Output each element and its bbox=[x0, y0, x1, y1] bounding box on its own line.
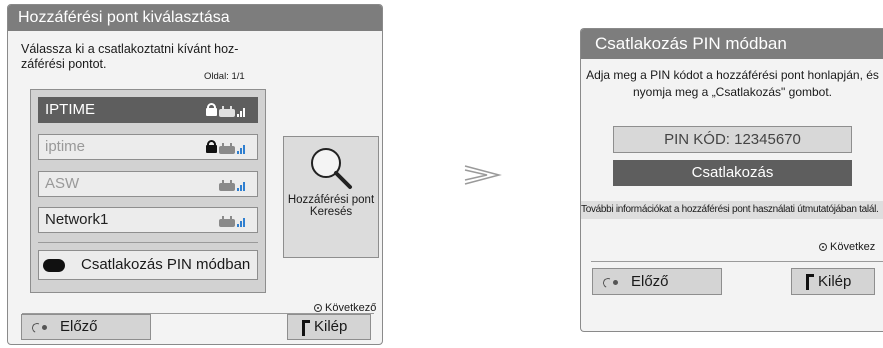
footer-divider bbox=[591, 261, 883, 262]
access-point-item-asw[interactable]: ASW bbox=[38, 171, 258, 197]
lock-icon bbox=[206, 140, 217, 153]
list-divider bbox=[38, 242, 258, 243]
search-label-line-1: Hozzáférési pont bbox=[287, 194, 375, 206]
search-label: Hozzáférési pont Keresés bbox=[284, 194, 378, 218]
access-point-name: ASW bbox=[45, 175, 80, 192]
pin-code-field: PIN KÓD: 12345670 bbox=[613, 126, 852, 153]
router-signal-icon bbox=[219, 216, 245, 228]
pin-mode-label: Csatlakozás PIN módban bbox=[81, 256, 251, 273]
next-hint: Következ bbox=[819, 241, 875, 253]
back-icon bbox=[603, 276, 619, 288]
instruction-line-2: záférési pontot. bbox=[21, 57, 107, 71]
pin-instruction-line-1: Adja meg a PIN kódot a hozzáférési pont … bbox=[586, 68, 879, 82]
pin-mode-dialog: Csatlakozás PIN módban Adja meg a PIN kó… bbox=[580, 28, 883, 332]
exit-icon bbox=[302, 320, 310, 336]
exit-button[interactable]: Kilép bbox=[791, 268, 875, 295]
search-label-line-2: Keresés bbox=[309, 206, 353, 218]
dialog-title: Csatlakozás PIN módban bbox=[581, 29, 883, 59]
next-label: Következ bbox=[830, 241, 876, 253]
exit-label: Kilép bbox=[314, 318, 348, 335]
page-indicator: Oldal: 1/1 bbox=[204, 71, 245, 82]
access-point-list: IPTIME iptime ASW Network1 Csatlakozás P… bbox=[30, 89, 266, 293]
router-signal-icon bbox=[219, 106, 245, 118]
next-dot-icon bbox=[819, 243, 827, 251]
exit-icon bbox=[806, 274, 814, 290]
access-point-select-dialog: Hozzáférési pont kiválasztása Válassza k… bbox=[7, 4, 383, 345]
access-point-search-button[interactable]: Hozzáférési pont Keresés bbox=[283, 136, 379, 258]
connect-button[interactable]: Csatlakozás bbox=[613, 160, 852, 186]
lock-icon bbox=[206, 103, 217, 116]
access-point-item-iptime[interactable]: iptime bbox=[38, 134, 258, 160]
back-label: Előző bbox=[631, 273, 669, 290]
access-point-name: iptime bbox=[45, 138, 86, 155]
access-point-name: Network1 bbox=[45, 211, 109, 228]
dialog-title: Hozzáférési pont kiválasztása bbox=[8, 5, 382, 31]
pin-instruction-text: Adja meg a PIN kódot a hozzáférési pont … bbox=[581, 67, 883, 101]
exit-button[interactable]: Kilép bbox=[287, 314, 371, 340]
back-icon bbox=[32, 321, 48, 333]
access-point-item-iptime-selected[interactable]: IPTIME bbox=[38, 97, 258, 123]
pill-icon bbox=[43, 259, 65, 272]
back-button[interactable]: Előző bbox=[592, 268, 722, 295]
back-label: Előző bbox=[60, 318, 98, 335]
instruction-line-1: Válassza ki a csatlakoztatni kívánt hoz- bbox=[21, 42, 239, 56]
magnifier-icon bbox=[311, 148, 352, 189]
router-signal-icon bbox=[219, 180, 245, 192]
access-point-name: IPTIME bbox=[45, 101, 96, 118]
next-dot-icon bbox=[314, 304, 322, 312]
exit-label: Kilép bbox=[818, 273, 852, 290]
pin-instruction-line-2: nyomja meg a „Csatlakozás" gombot. bbox=[632, 85, 832, 99]
instruction-text: Válassza ki a csatlakoztatni kívánt hoz-… bbox=[21, 42, 271, 72]
router-signal-icon bbox=[219, 143, 245, 155]
pin-mode-button[interactable]: Csatlakozás PIN módban bbox=[38, 250, 258, 280]
more-info-text: További információkat a hozzáférési pont… bbox=[581, 201, 883, 219]
back-button[interactable]: Előző bbox=[21, 314, 151, 340]
transition-arrow-icon bbox=[464, 165, 502, 185]
access-point-item-network1[interactable]: Network1 bbox=[38, 207, 258, 233]
